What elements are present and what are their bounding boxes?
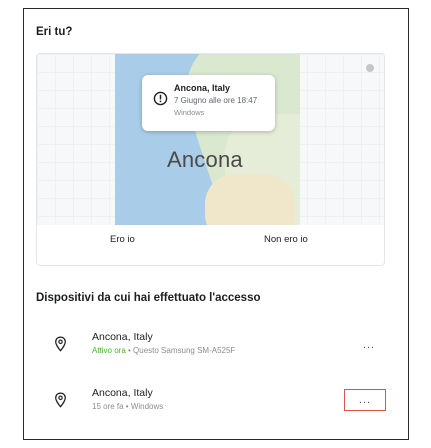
alert-icon <box>153 91 168 106</box>
popup-location: Ancona, Italy <box>174 83 231 93</box>
popup-time: 7 Giugno alle ore 18:47 <box>174 96 258 105</box>
login-map: Ancona Ancona, Italy 7 Giugno alle ore 1… <box>37 54 384 225</box>
was-me-button[interactable]: Ero io <box>110 234 135 245</box>
was-not-me-button[interactable]: Non ero io <box>264 234 308 245</box>
device-meta: 15 ore fa • Windows <box>92 402 163 411</box>
popup-device: Windows <box>174 108 205 117</box>
login-map-card: Ancona Ancona, Italy 7 Giugno alle ore 1… <box>36 53 385 266</box>
device-detail: 15 ore fa • Windows <box>92 402 164 411</box>
map-city-label: Ancona <box>167 147 243 172</box>
device-more-button[interactable]: ... <box>344 389 386 411</box>
device-more-button[interactable]: ... <box>358 336 380 354</box>
devices-title: Dispositivi da cui hai effettuato l'acce… <box>36 292 261 304</box>
active-status: Attivo ora <box>92 346 126 355</box>
location-pin-icon <box>55 336 66 352</box>
device-meta: Attivo ora • Questo Samsung SM-A525F <box>92 346 235 355</box>
location-popup: Ancona, Italy 7 Giugno alle ore 18:47 Wi… <box>142 75 275 131</box>
device-location: Ancona, Italy <box>92 387 153 399</box>
device-item: Ancona, Italy Attivo ora • Questo Samsun… <box>36 330 386 366</box>
info-icon[interactable] <box>366 64 374 72</box>
location-pin-icon <box>55 392 66 408</box>
device-item: Ancona, Italy 15 ore fa • Windows ... <box>36 386 386 422</box>
verify-title: Eri tu? <box>36 26 73 38</box>
device-detail: • Questo Samsung SM-A525F <box>125 346 236 355</box>
device-location: Ancona, Italy <box>92 331 153 343</box>
